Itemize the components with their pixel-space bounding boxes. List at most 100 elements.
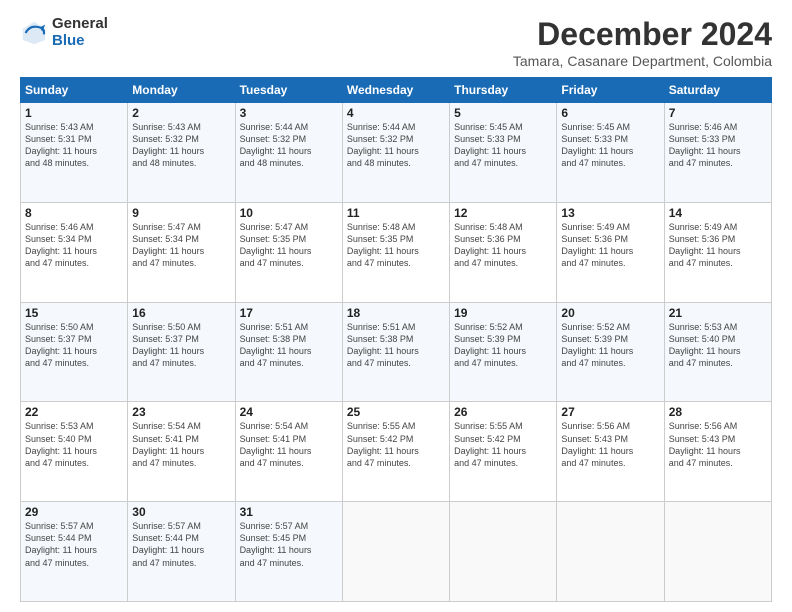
day-info: Sunrise: 5:54 AM Sunset: 5:41 PM Dayligh…: [132, 420, 230, 469]
day-info: Sunrise: 5:52 AM Sunset: 5:39 PM Dayligh…: [454, 321, 552, 370]
day-info: Sunrise: 5:56 AM Sunset: 5:43 PM Dayligh…: [669, 420, 767, 469]
calendar-week-row: 8Sunrise: 5:46 AM Sunset: 5:34 PM Daylig…: [21, 202, 772, 302]
table-row: 2Sunrise: 5:43 AM Sunset: 5:32 PM Daylig…: [128, 103, 235, 203]
day-info: Sunrise: 5:51 AM Sunset: 5:38 PM Dayligh…: [347, 321, 445, 370]
header-thursday: Thursday: [450, 78, 557, 103]
day-info: Sunrise: 5:44 AM Sunset: 5:32 PM Dayligh…: [240, 121, 338, 170]
table-row: 19Sunrise: 5:52 AM Sunset: 5:39 PM Dayli…: [450, 302, 557, 402]
table-row: 18Sunrise: 5:51 AM Sunset: 5:38 PM Dayli…: [342, 302, 449, 402]
calendar-subtitle: Tamara, Casanare Department, Colombia: [513, 53, 772, 69]
header-tuesday: Tuesday: [235, 78, 342, 103]
table-row: 17Sunrise: 5:51 AM Sunset: 5:38 PM Dayli…: [235, 302, 342, 402]
day-info: Sunrise: 5:49 AM Sunset: 5:36 PM Dayligh…: [561, 221, 659, 270]
day-number: 23: [132, 405, 230, 419]
table-row: 11Sunrise: 5:48 AM Sunset: 5:35 PM Dayli…: [342, 202, 449, 302]
day-number: 1: [25, 106, 123, 120]
table-row: 13Sunrise: 5:49 AM Sunset: 5:36 PM Dayli…: [557, 202, 664, 302]
day-number: 7: [669, 106, 767, 120]
table-row: 7Sunrise: 5:46 AM Sunset: 5:33 PM Daylig…: [664, 103, 771, 203]
day-number: 30: [132, 505, 230, 519]
day-info: Sunrise: 5:48 AM Sunset: 5:35 PM Dayligh…: [347, 221, 445, 270]
day-info: Sunrise: 5:47 AM Sunset: 5:35 PM Dayligh…: [240, 221, 338, 270]
day-info: Sunrise: 5:55 AM Sunset: 5:42 PM Dayligh…: [347, 420, 445, 469]
table-row: 31Sunrise: 5:57 AM Sunset: 5:45 PM Dayli…: [235, 502, 342, 602]
day-info: Sunrise: 5:49 AM Sunset: 5:36 PM Dayligh…: [669, 221, 767, 270]
logo-blue-text: Blue: [52, 33, 108, 50]
day-info: Sunrise: 5:45 AM Sunset: 5:33 PM Dayligh…: [454, 121, 552, 170]
header-sunday: Sunday: [21, 78, 128, 103]
header-monday: Monday: [128, 78, 235, 103]
day-number: 31: [240, 505, 338, 519]
table-row: 27Sunrise: 5:56 AM Sunset: 5:43 PM Dayli…: [557, 402, 664, 502]
day-number: 18: [347, 306, 445, 320]
logo-text: General Blue: [52, 16, 108, 49]
day-info: Sunrise: 5:47 AM Sunset: 5:34 PM Dayligh…: [132, 221, 230, 270]
header: General Blue December 2024 Tamara, Casan…: [20, 16, 772, 69]
logo-general-text: General: [52, 16, 108, 33]
table-row: 8Sunrise: 5:46 AM Sunset: 5:34 PM Daylig…: [21, 202, 128, 302]
table-row: [557, 502, 664, 602]
day-number: 4: [347, 106, 445, 120]
day-number: 16: [132, 306, 230, 320]
table-row: 5Sunrise: 5:45 AM Sunset: 5:33 PM Daylig…: [450, 103, 557, 203]
day-number: 15: [25, 306, 123, 320]
table-row: 14Sunrise: 5:49 AM Sunset: 5:36 PM Dayli…: [664, 202, 771, 302]
table-row: 23Sunrise: 5:54 AM Sunset: 5:41 PM Dayli…: [128, 402, 235, 502]
table-row: 29Sunrise: 5:57 AM Sunset: 5:44 PM Dayli…: [21, 502, 128, 602]
table-row: 12Sunrise: 5:48 AM Sunset: 5:36 PM Dayli…: [450, 202, 557, 302]
day-info: Sunrise: 5:51 AM Sunset: 5:38 PM Dayligh…: [240, 321, 338, 370]
calendar-week-row: 15Sunrise: 5:50 AM Sunset: 5:37 PM Dayli…: [21, 302, 772, 402]
table-row: [664, 502, 771, 602]
day-number: 10: [240, 206, 338, 220]
table-row: 6Sunrise: 5:45 AM Sunset: 5:33 PM Daylig…: [557, 103, 664, 203]
day-number: 5: [454, 106, 552, 120]
table-row: 9Sunrise: 5:47 AM Sunset: 5:34 PM Daylig…: [128, 202, 235, 302]
day-number: 26: [454, 405, 552, 419]
day-number: 14: [669, 206, 767, 220]
day-number: 2: [132, 106, 230, 120]
day-number: 8: [25, 206, 123, 220]
day-info: Sunrise: 5:50 AM Sunset: 5:37 PM Dayligh…: [25, 321, 123, 370]
day-number: 17: [240, 306, 338, 320]
day-info: Sunrise: 5:53 AM Sunset: 5:40 PM Dayligh…: [669, 321, 767, 370]
table-row: 10Sunrise: 5:47 AM Sunset: 5:35 PM Dayli…: [235, 202, 342, 302]
table-row: 25Sunrise: 5:55 AM Sunset: 5:42 PM Dayli…: [342, 402, 449, 502]
day-number: 21: [669, 306, 767, 320]
day-number: 27: [561, 405, 659, 419]
day-number: 3: [240, 106, 338, 120]
table-row: 22Sunrise: 5:53 AM Sunset: 5:40 PM Dayli…: [21, 402, 128, 502]
day-number: 6: [561, 106, 659, 120]
header-friday: Friday: [557, 78, 664, 103]
calendar-table: Sunday Monday Tuesday Wednesday Thursday…: [20, 77, 772, 602]
table-row: 3Sunrise: 5:44 AM Sunset: 5:32 PM Daylig…: [235, 103, 342, 203]
table-row: 26Sunrise: 5:55 AM Sunset: 5:42 PM Dayli…: [450, 402, 557, 502]
header-saturday: Saturday: [664, 78, 771, 103]
calendar-week-row: 22Sunrise: 5:53 AM Sunset: 5:40 PM Dayli…: [21, 402, 772, 502]
logo-icon: [20, 19, 48, 47]
day-number: 20: [561, 306, 659, 320]
day-number: 11: [347, 206, 445, 220]
day-info: Sunrise: 5:46 AM Sunset: 5:34 PM Dayligh…: [25, 221, 123, 270]
day-number: 13: [561, 206, 659, 220]
calendar-week-row: 29Sunrise: 5:57 AM Sunset: 5:44 PM Dayli…: [21, 502, 772, 602]
day-info: Sunrise: 5:57 AM Sunset: 5:45 PM Dayligh…: [240, 520, 338, 569]
day-info: Sunrise: 5:45 AM Sunset: 5:33 PM Dayligh…: [561, 121, 659, 170]
day-info: Sunrise: 5:57 AM Sunset: 5:44 PM Dayligh…: [25, 520, 123, 569]
table-row: [342, 502, 449, 602]
table-row: 24Sunrise: 5:54 AM Sunset: 5:41 PM Dayli…: [235, 402, 342, 502]
day-info: Sunrise: 5:50 AM Sunset: 5:37 PM Dayligh…: [132, 321, 230, 370]
table-row: 30Sunrise: 5:57 AM Sunset: 5:44 PM Dayli…: [128, 502, 235, 602]
table-row: 28Sunrise: 5:56 AM Sunset: 5:43 PM Dayli…: [664, 402, 771, 502]
day-number: 29: [25, 505, 123, 519]
day-info: Sunrise: 5:43 AM Sunset: 5:32 PM Dayligh…: [132, 121, 230, 170]
table-row: 4Sunrise: 5:44 AM Sunset: 5:32 PM Daylig…: [342, 103, 449, 203]
page: General Blue December 2024 Tamara, Casan…: [0, 0, 792, 612]
day-info: Sunrise: 5:48 AM Sunset: 5:36 PM Dayligh…: [454, 221, 552, 270]
logo: General Blue: [20, 16, 108, 49]
days-header-row: Sunday Monday Tuesday Wednesday Thursday…: [21, 78, 772, 103]
day-number: 25: [347, 405, 445, 419]
day-number: 12: [454, 206, 552, 220]
day-info: Sunrise: 5:52 AM Sunset: 5:39 PM Dayligh…: [561, 321, 659, 370]
day-number: 24: [240, 405, 338, 419]
calendar-week-row: 1Sunrise: 5:43 AM Sunset: 5:31 PM Daylig…: [21, 103, 772, 203]
